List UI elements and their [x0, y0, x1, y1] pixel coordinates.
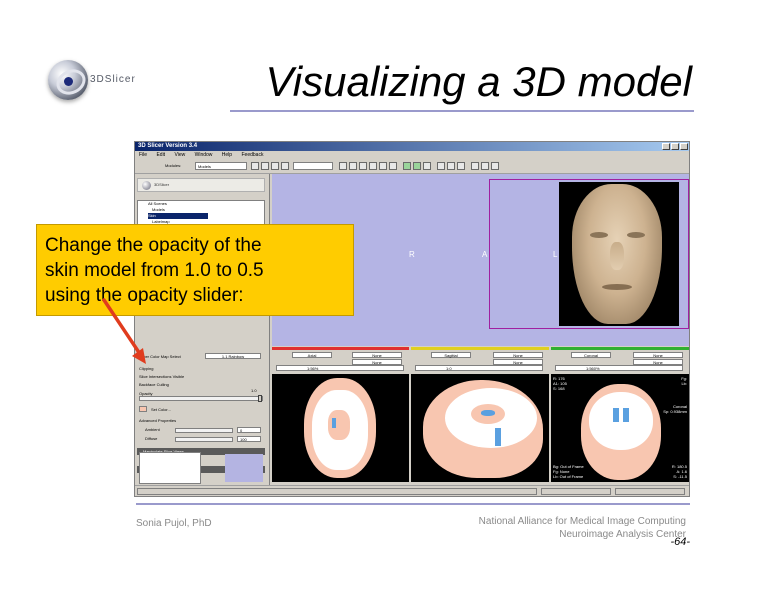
footer-divider [136, 503, 690, 505]
author: Sonia Pujol, PhD [136, 518, 212, 529]
pointer-arrow-icon [102, 298, 146, 364]
page-number: -64- [670, 536, 690, 548]
affiliation-primary: National Alliance for Medical Image Comp… [478, 516, 686, 527]
